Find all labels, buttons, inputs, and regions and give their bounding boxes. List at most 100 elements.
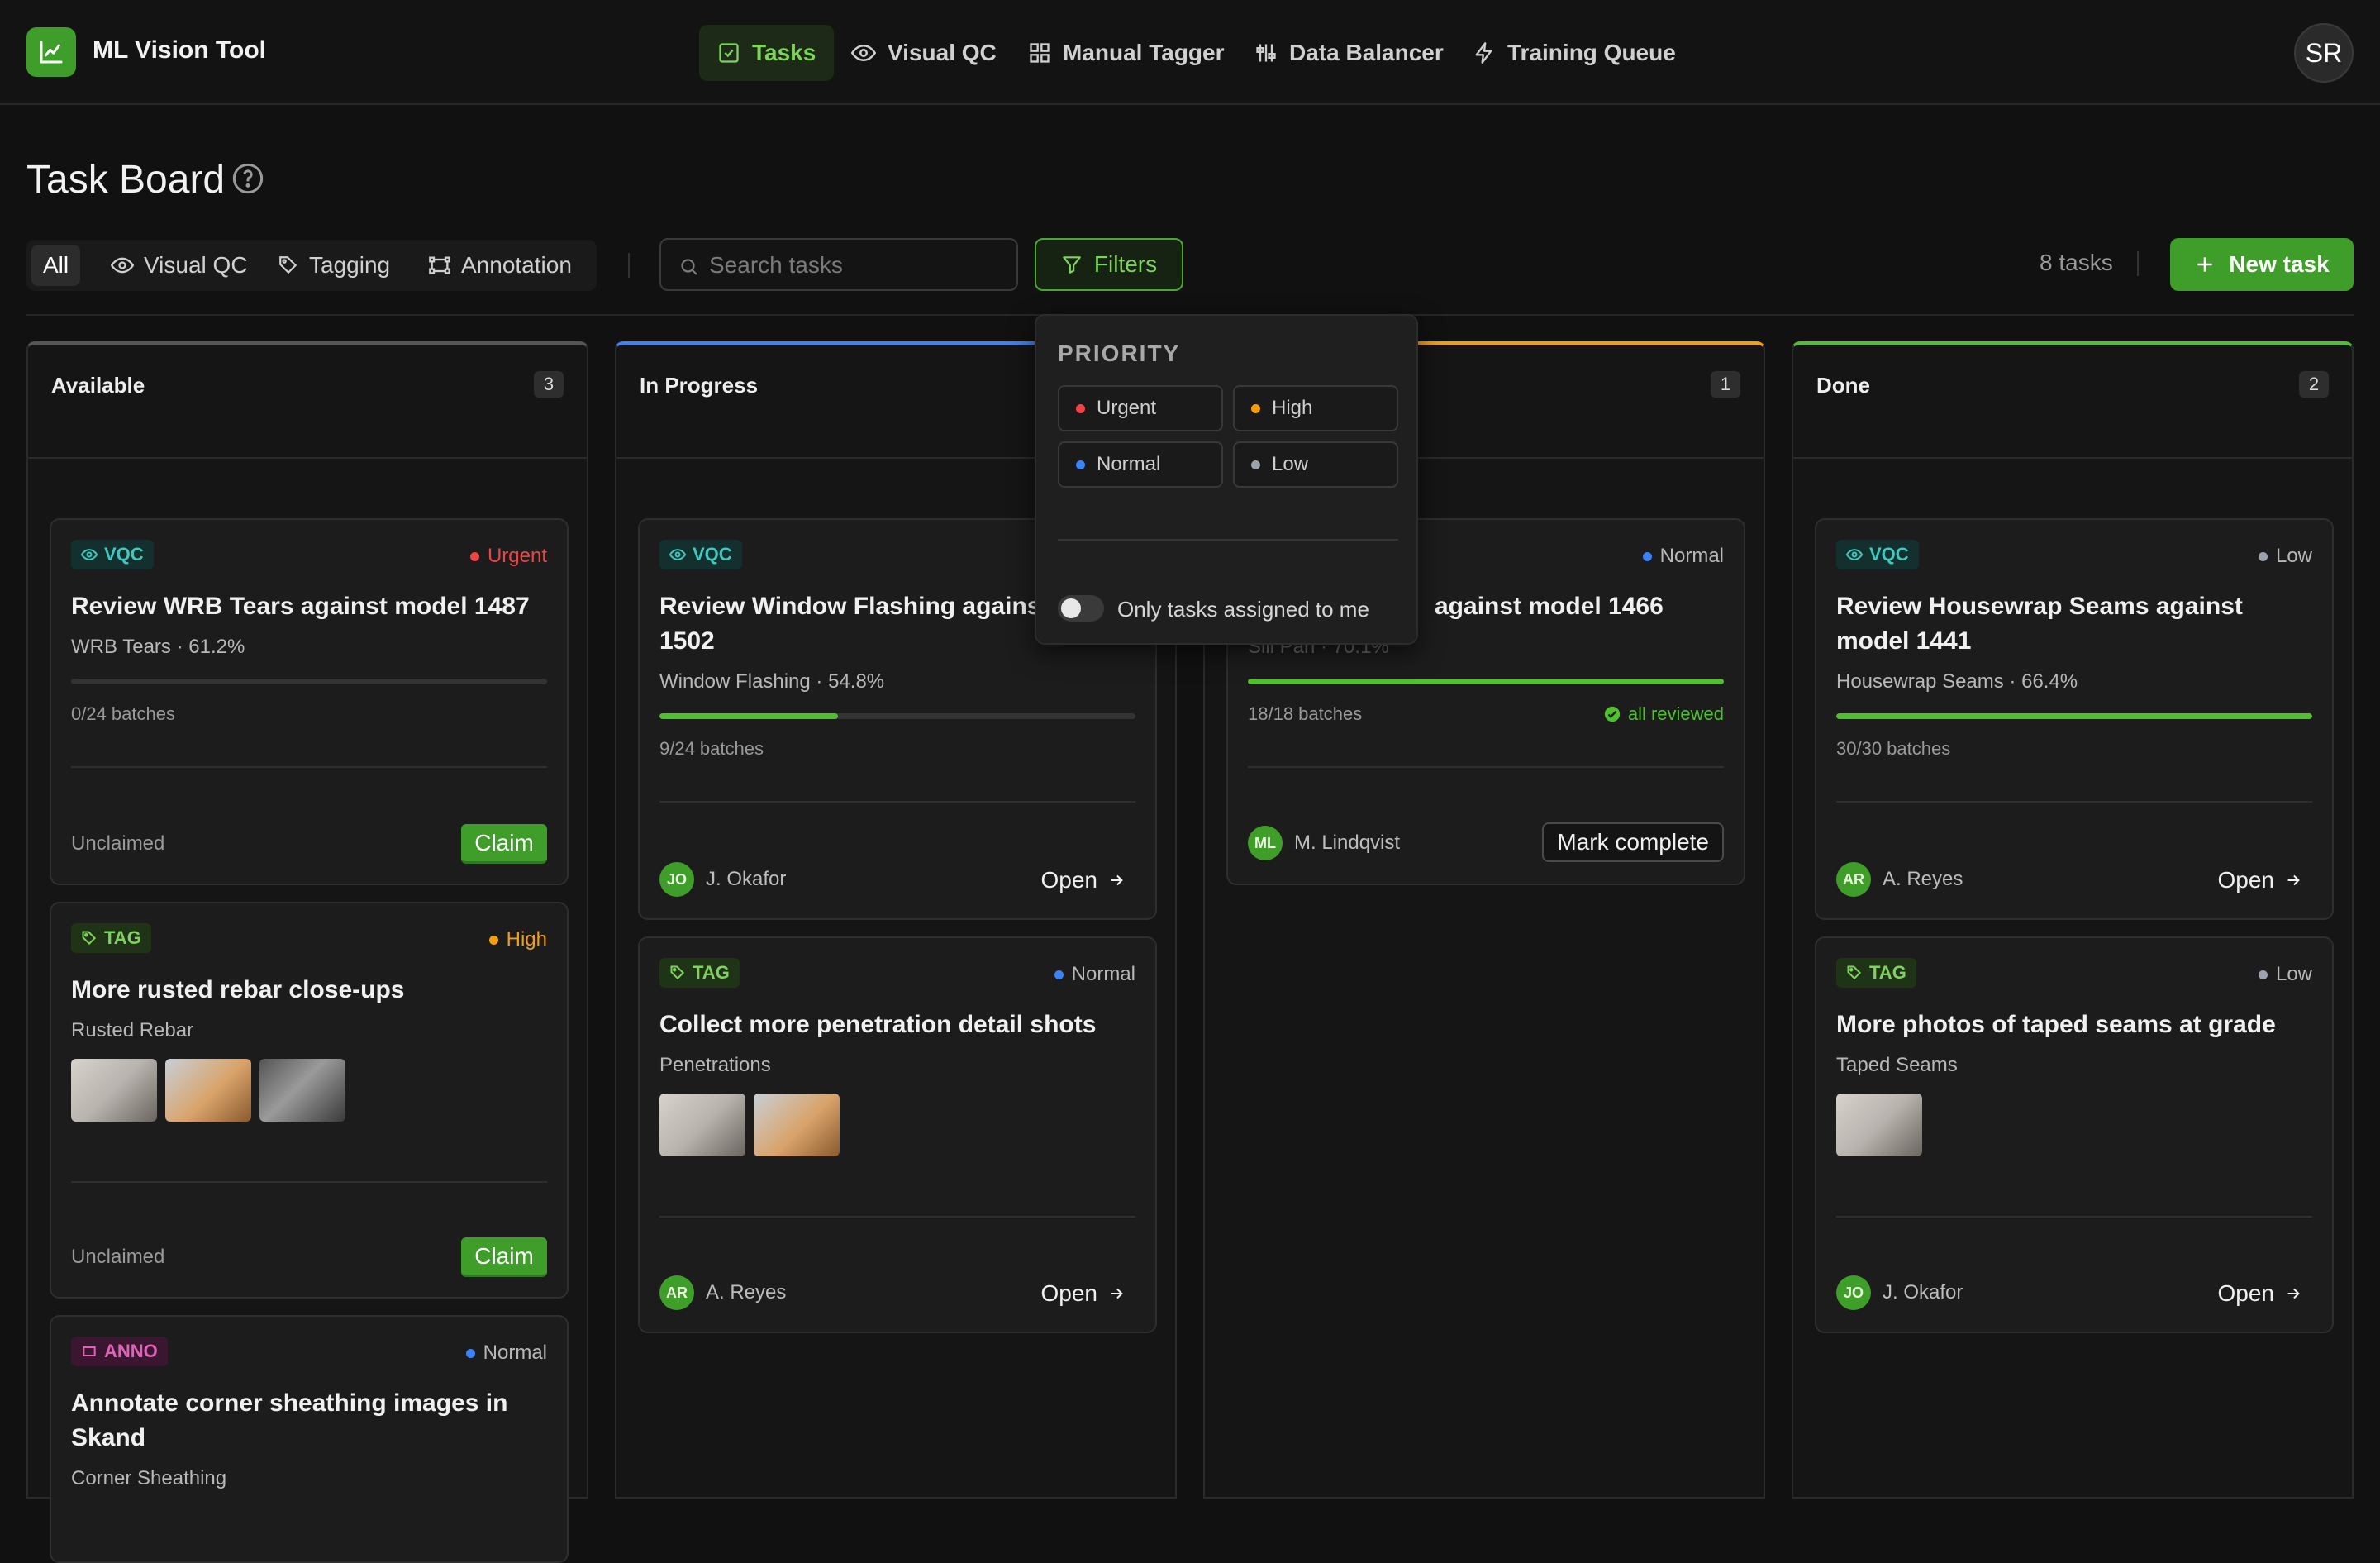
column-title: In Progress [640,373,759,398]
task-type-filter: All Visual QC Tagging Annotation [26,240,597,291]
segment-label: Annotation [461,252,572,278]
open-button[interactable]: Open [2218,867,2303,893]
priority-label: Normal [483,1341,547,1364]
nav-tab-tasks[interactable]: Tasks [699,25,835,81]
type-badge: TAG [71,923,151,953]
segment-tagging[interactable]: Tagging [266,245,402,286]
priority-chip-high[interactable]: High [1233,385,1398,431]
task-card[interactable]: TAG Normal Collect more penetration deta… [638,936,1157,1333]
chip-label: Low [1272,453,1309,475]
score-text: 66.4% [2021,670,2078,693]
toolbar-divider [2137,251,2139,276]
open-button[interactable]: Open [2218,1280,2303,1307]
mark-complete-button[interactable]: Mark complete [1542,822,1724,862]
owner-label: Unclaimed [71,832,165,855]
batches-count: 9/24 batches [659,738,764,759]
card-divider [1248,766,1724,768]
open-button[interactable]: Open [1041,1280,1126,1307]
nav-tab-label: Data Balancer [1289,40,1444,65]
subject-text: Window Flashing [659,670,811,693]
nav-tab-data-balancer[interactable]: Data Balancer [1236,25,1462,81]
task-card[interactable]: TAG High More rusted rebar close-ups Rus… [50,902,569,1299]
priority-label: Low [2275,545,2312,567]
claim-button[interactable]: Claim [461,824,547,864]
column-count: 3 [534,371,564,398]
task-card[interactable]: TAG Low More photos of taped seams at gr… [1815,936,2334,1333]
nav-tab-label: Tasks [752,40,816,65]
assignee: ML M. Lindqvist [1248,826,1400,860]
eye-icon [1846,549,1863,560]
arrow-right-icon [1111,1288,1123,1299]
column-header: Done 2 [1793,345,2352,459]
priority-badge: Urgent [469,545,547,568]
priority-dot [469,551,479,561]
card-divider [659,1216,1135,1218]
assigned-to-me-toggle[interactable] [1058,595,1104,622]
thumbnail[interactable] [754,1094,840,1156]
type-badge: VQC [1836,540,1919,569]
assignee-avatar: ML [1248,826,1283,860]
assignee-avatar: JO [1836,1275,1871,1310]
task-card[interactable]: VQC Urgent Review WRB Tears against mode… [50,518,569,885]
task-card[interactable]: ANNO Normal Annotate corner sheathing im… [50,1315,569,1563]
thumbnail[interactable] [259,1059,345,1122]
thumbnail[interactable] [165,1059,251,1122]
filters-label: Filters [1093,251,1158,277]
progress-fill [1836,713,2312,719]
assignee-avatar: JO [659,862,694,897]
card-divider [71,766,547,768]
open-button[interactable]: Open [1041,867,1126,893]
chip-label: High [1272,397,1313,419]
search-input[interactable] [709,246,1007,284]
tag-icon [670,965,685,980]
priority-chip-low[interactable]: Low [1233,441,1398,488]
priority-label: Normal [1071,963,1135,985]
app-logo[interactable] [26,27,76,77]
open-label: Open [2217,1280,2275,1306]
page-title: Task Board [26,158,226,202]
nav-tab-training-queue[interactable]: Training Queue [1454,25,1694,81]
card-subject: Housewrap Seams · 66.4% [1836,670,2078,693]
user-avatar[interactable]: SR [2294,23,2354,83]
task-card[interactable]: VQC Low Review Housewrap Seams against m… [1815,518,2334,920]
thumbnail[interactable] [1836,1094,1922,1156]
thumbnail[interactable] [659,1094,745,1156]
tag-icon [1847,965,1862,980]
claim-button[interactable]: Claim [461,1237,547,1277]
reviewed-status: all reviewed [1603,703,1724,725]
segment-all[interactable]: All [31,245,81,286]
bounding-box-icon [429,256,450,274]
nav-tab-manual-tagger[interactable]: Manual Tagger [1010,25,1243,81]
progress-bar [1836,713,2312,719]
priority-heading: PRIORITY [1058,341,1181,366]
card-subject: Window Flashing · 54.8% [659,670,885,693]
priority-badge: Low [2258,545,2312,568]
assignee: AR A. Reyes [659,1275,786,1310]
segment-visual-qc[interactable]: Visual QC [99,245,259,286]
assignee-name: J. Okafor [1883,1281,1963,1303]
priority-label: High [506,928,547,951]
open-label: Open [2217,867,2275,893]
segment-label: Tagging [309,252,391,278]
nav-tab-label: Manual Tagger [1063,40,1225,65]
filters-button[interactable]: Filters [1035,238,1183,291]
new-task-button[interactable]: New task [2170,238,2354,291]
thumbnail[interactable] [71,1059,157,1122]
segment-annotation[interactable]: Annotation [416,245,583,286]
column-title: Available [51,373,145,398]
search-icon [681,259,697,275]
reviewed-label: all reviewed [1627,703,1724,724]
type-label: VQC [1869,544,1909,565]
priority-chip-normal[interactable]: Normal [1058,441,1223,488]
assignee-name: J. Okafor [706,868,787,890]
assignee: JO J. Okafor [659,862,786,897]
task-count: 8 tasks [2040,250,2113,275]
priority-badge: Normal [1642,545,1724,568]
sliders-icon [1256,44,1276,62]
help-icon[interactable] [231,162,264,195]
subject-text: WRB Tears [71,636,171,658]
toggle-label: Only tasks assigned to me [1117,597,1369,622]
priority-chip-urgent[interactable]: Urgent [1058,385,1223,431]
assignee-name: M. Lindqvist [1294,832,1401,854]
nav-tab-visual-qc[interactable]: Visual QC [833,25,1015,81]
